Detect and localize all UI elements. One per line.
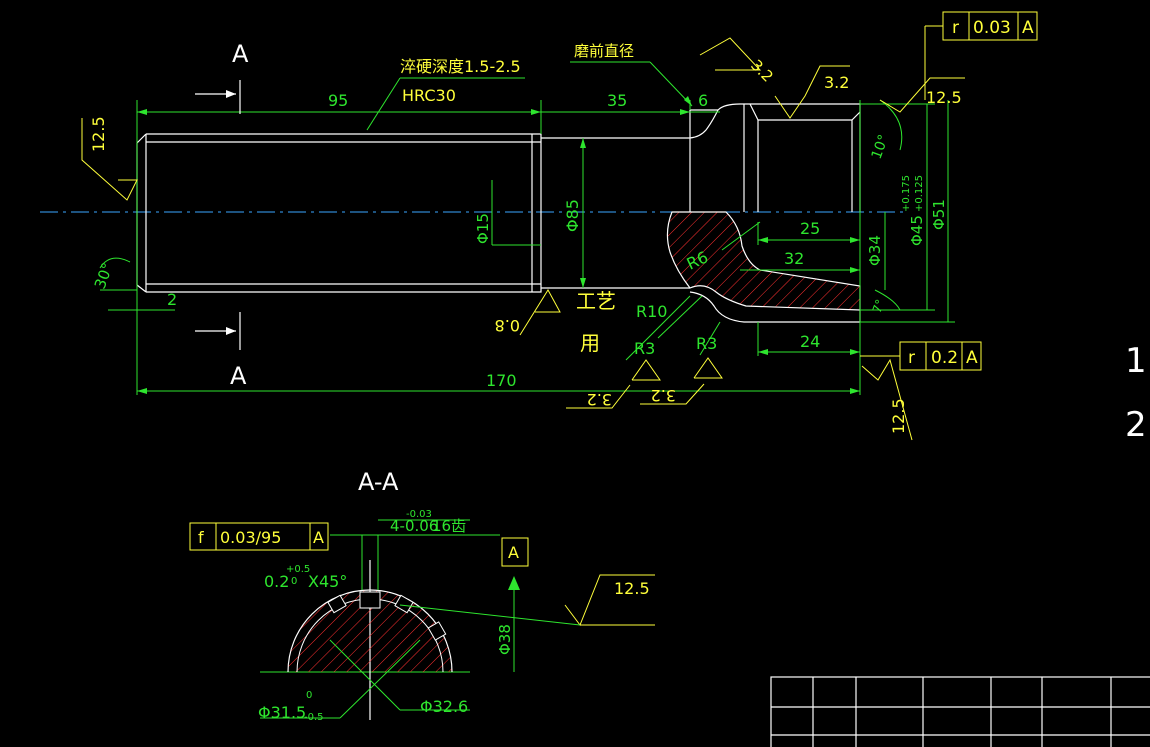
roughness-bottom-r3-a: 3.2 (587, 390, 612, 409)
roughness-top-right: 12.5 (926, 88, 962, 107)
dim-dia-32-6: Φ32.6 (420, 697, 468, 716)
dim-chamfer-tol-lower: 0 (291, 576, 297, 587)
roughness-top-b: 3.2 (824, 73, 849, 92)
tol-top-value: 0.03 (973, 18, 1011, 38)
tol-section-symbol: f (198, 528, 204, 547)
roughness-left: 12.5 (89, 116, 108, 152)
dim-dia-38: Φ38 (496, 624, 514, 655)
dimension-lines (99, 61, 955, 395)
roughness-section-right: 12.5 (614, 579, 650, 598)
section-mark-bottom: A (230, 362, 247, 390)
dim-25: 25 (800, 219, 820, 238)
dim-spline-teeth: 16齿 (432, 517, 466, 535)
dim-35: 35 (607, 91, 627, 110)
dim-6: 6 (698, 91, 708, 110)
tol-section-datum: A (313, 528, 324, 547)
roughness-bottom-left: 0.8 (495, 316, 520, 335)
dim-angle-30: 30° (91, 260, 117, 291)
dim-dia-51: Φ51 (930, 199, 948, 230)
section-title: A-A (358, 468, 399, 496)
dim-dia-45-tol-lower: +0.125 (914, 175, 925, 212)
roughness-bottom-r3-b: 3.2 (651, 386, 676, 405)
tol-right-value: 0.2 (931, 348, 958, 368)
dim-angle-10: 10° (869, 133, 893, 162)
title-block (770, 676, 1150, 747)
cad-drawing-canvas[interactable]: { "section_marks": { "top": "A", "bottom… (0, 0, 1150, 747)
dim-dia-31-5-tol-lower: -0.5 (304, 712, 324, 723)
dim-95: 95 (328, 91, 348, 110)
note-2: 2 (1125, 405, 1147, 445)
note-pre-grind: 磨前直径 (574, 42, 634, 60)
dim-angle-7: 7° (870, 297, 888, 315)
dim-32: 32 (784, 249, 804, 268)
dim-dia-31-5-tol-upper: 0 (306, 690, 312, 701)
note-process-1: 工艺 (576, 289, 616, 313)
note-hardness: HRC30 (402, 86, 456, 105)
dim-dia-85: Φ85 (563, 199, 582, 232)
dim-2: 2 (167, 290, 177, 309)
note-hardening-depth: 淬硬深度1.5-2.5 (400, 57, 521, 76)
dim-r3-b: R3 (696, 334, 717, 353)
tol-right-datum: A (966, 348, 978, 368)
datum-label: A (508, 543, 519, 562)
dim-dia-45: Φ45 (908, 215, 926, 246)
drawing-svg: A A A-A 1. 2 95 35 6 170 2 25 32 24 Φ15 … (40, 11, 1150, 747)
section-mark-top: A (232, 40, 249, 68)
section-cut-arrows (195, 80, 241, 350)
roughness-bottom-right: 12.5 (889, 398, 908, 434)
dim-dia-45-tol-upper: +0.175 (901, 175, 912, 212)
tol-right-symbol: r (908, 348, 915, 368)
dim-dia-31-5: Φ31.5 (258, 703, 306, 722)
dim-r10: R10 (636, 302, 667, 321)
tol-section-value: 0.03/95 (220, 528, 281, 547)
tol-top-datum: A (1022, 18, 1034, 38)
dim-chamfer-angle: X45° (308, 572, 347, 591)
note-process-2: 用 (580, 331, 600, 355)
dim-r3-a: R3 (634, 339, 655, 358)
note-1: 1. (1125, 341, 1150, 381)
dim-chamfer-tol-upper: +0.5 (286, 564, 310, 575)
dim-dia-15: Φ15 (474, 213, 492, 244)
dim-24: 24 (800, 332, 820, 351)
dim-dia-34: Φ34 (866, 235, 884, 266)
dim-170: 170 (486, 371, 517, 390)
tol-top-symbol: r (952, 18, 959, 38)
